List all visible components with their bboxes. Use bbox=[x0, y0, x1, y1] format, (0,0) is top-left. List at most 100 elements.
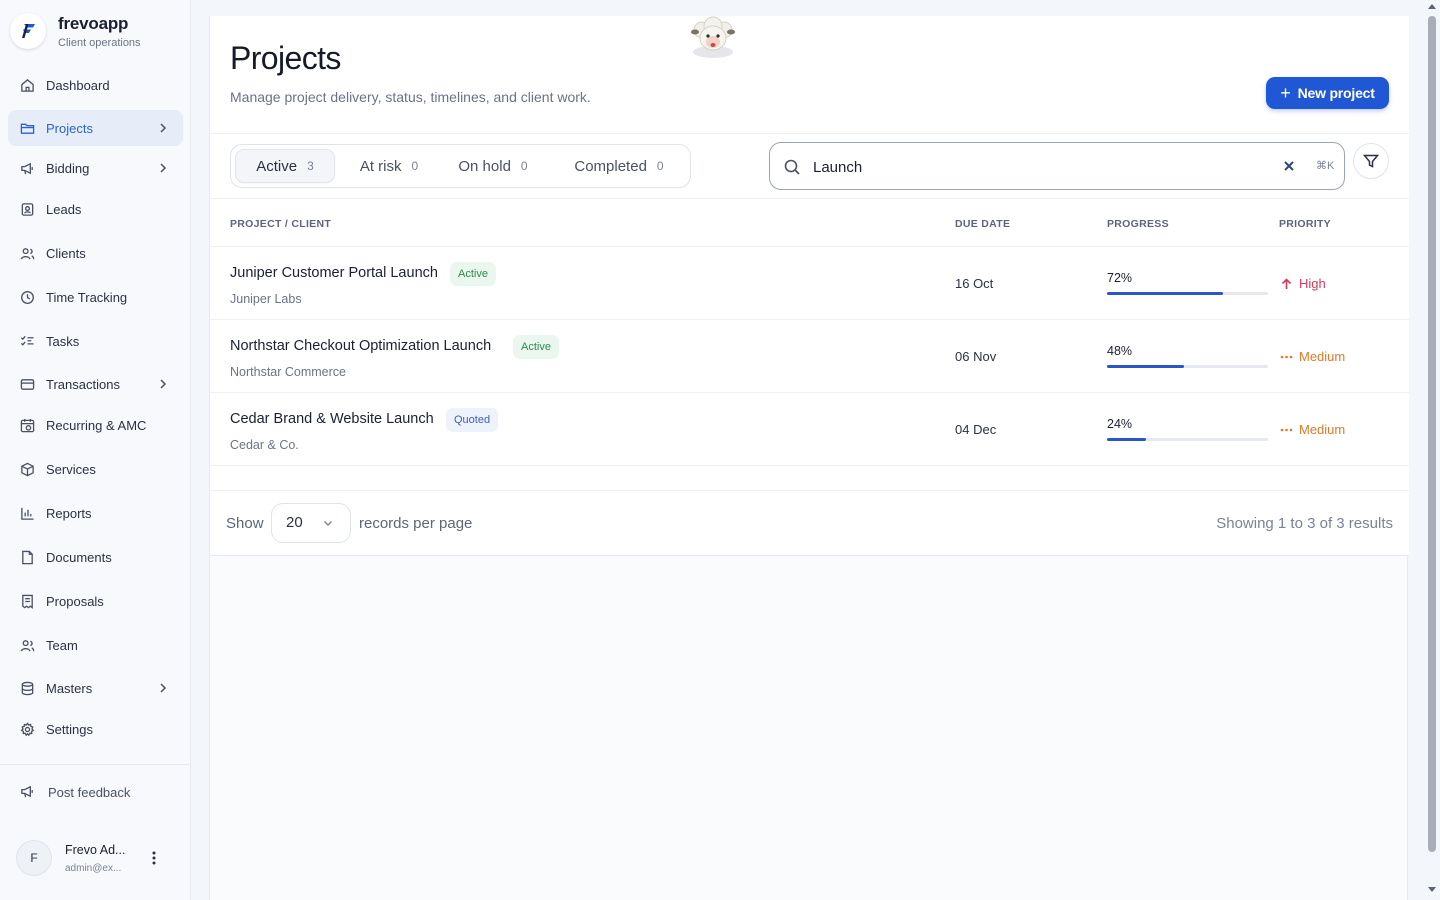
sidebar-item-projects[interactable]: Projects bbox=[8, 110, 183, 146]
tab-at-risk[interactable]: At risk 0 bbox=[339, 149, 439, 183]
scroll-down-arrow-icon[interactable] bbox=[1428, 887, 1436, 892]
sidebar-item-label: Transactions bbox=[46, 376, 120, 392]
progress-label: 24% bbox=[1107, 417, 1133, 431]
sidebar-item-clients[interactable]: Clients bbox=[8, 235, 183, 271]
priority-label: Medium bbox=[1299, 422, 1346, 437]
sidebar-item-team[interactable]: Team bbox=[8, 627, 183, 663]
sidebar-item-reports[interactable]: Reports bbox=[8, 495, 183, 531]
keyboard-shortcut: ⌘K bbox=[1316, 160, 1335, 172]
search-icon bbox=[784, 159, 800, 175]
show-label: Show bbox=[226, 515, 264, 532]
column-header-priority[interactable]: PRIORITY bbox=[1279, 218, 1331, 230]
user-profile[interactable]: F Frevo Ad... admin@ex... bbox=[16, 836, 176, 880]
sidebar-item-label: Team bbox=[46, 637, 78, 653]
page-scrollbar[interactable] bbox=[1424, 0, 1440, 900]
sidebar-item-settings[interactable]: Settings bbox=[8, 711, 183, 747]
tab-count: 3 bbox=[307, 159, 314, 173]
brand-logo-icon bbox=[10, 13, 46, 49]
page-header: Projects Manage project delivery, status… bbox=[210, 16, 1409, 134]
table-row[interactable]: Juniper Customer Portal Launch Active Ju… bbox=[210, 247, 1409, 320]
progress-fill bbox=[1107, 365, 1185, 368]
progress-fill bbox=[1107, 292, 1223, 295]
results-summary: Showing 1 to 3 of 3 results bbox=[1216, 515, 1393, 532]
progress-fill bbox=[1107, 438, 1146, 441]
document-icon bbox=[19, 549, 35, 565]
brand-subtitle: Client operations bbox=[58, 36, 141, 49]
user-name: Frevo Ad... bbox=[65, 842, 126, 857]
page-size-select[interactable]: 20 bbox=[271, 503, 351, 543]
main-panel: Projects Manage project delivery, status… bbox=[209, 16, 1409, 900]
tab-completed[interactable]: Completed 0 bbox=[551, 149, 687, 183]
calendar-repeat-icon bbox=[19, 417, 35, 433]
clock-icon bbox=[19, 289, 35, 305]
sidebar-item-label: Clients bbox=[46, 245, 86, 261]
priority-label: Medium bbox=[1299, 349, 1346, 364]
user-email: admin@ex... bbox=[65, 862, 122, 874]
project-name[interactable]: Northstar Checkout Optimization Launch bbox=[230, 338, 491, 354]
sidebar-item-leads[interactable]: Leads bbox=[8, 191, 183, 227]
filter-button[interactable] bbox=[1353, 143, 1389, 179]
sidebar-item-label: Proposals bbox=[46, 593, 104, 609]
brand[interactable]: frevoapp Client operations bbox=[10, 13, 141, 49]
contact-book-icon bbox=[19, 201, 35, 217]
client-name: Northstar Commerce bbox=[230, 365, 346, 379]
progress-bar bbox=[1107, 292, 1268, 295]
project-name[interactable]: Juniper Customer Portal Launch bbox=[230, 265, 438, 281]
tab-count: 0 bbox=[656, 159, 664, 173]
sidebar-item-label: Time Tracking bbox=[46, 289, 128, 305]
priority-indicator: Medium bbox=[1279, 422, 1345, 437]
new-project-button[interactable]: + New project bbox=[1266, 77, 1389, 109]
sidebar-item-label: Settings bbox=[46, 721, 93, 737]
sidebar-item-bidding[interactable]: Bidding bbox=[8, 150, 183, 186]
project-name[interactable]: Cedar Brand & Website Launch bbox=[230, 411, 434, 427]
priority-indicator: High bbox=[1279, 276, 1326, 291]
scroll-up-arrow-icon[interactable] bbox=[1428, 4, 1436, 9]
tab-count: 0 bbox=[520, 159, 528, 173]
close-icon[interactable] bbox=[1282, 159, 1296, 173]
megaphone-icon bbox=[20, 784, 36, 800]
scroll-thumb[interactable] bbox=[1428, 16, 1436, 852]
status-badge: Active bbox=[450, 262, 496, 286]
sidebar-item-documents[interactable]: Documents bbox=[8, 539, 183, 575]
home-icon bbox=[19, 77, 35, 93]
sidebar-item-time-tracking[interactable]: Time Tracking bbox=[8, 279, 183, 315]
sidebar-item-masters[interactable]: Masters bbox=[8, 670, 183, 706]
post-feedback-button[interactable]: Post feedback bbox=[20, 784, 130, 800]
sidebar-item-recurring-amc[interactable]: Recurring & AMC bbox=[8, 407, 183, 443]
ellipsis-icon bbox=[1279, 428, 1293, 432]
status-tabs: Active 3 At risk 0 On hold 0 Completed 0 bbox=[230, 144, 691, 188]
chevron-right-icon bbox=[160, 683, 167, 693]
checklist-icon bbox=[19, 333, 35, 349]
tab-on-hold[interactable]: On hold 0 bbox=[443, 149, 543, 183]
table-padding bbox=[210, 466, 1409, 490]
search-box: ⌘K bbox=[769, 142, 1345, 190]
search-input[interactable] bbox=[813, 156, 1253, 178]
tab-count: 0 bbox=[411, 159, 419, 173]
toolbar: Active 3 At risk 0 On hold 0 Completed 0… bbox=[210, 134, 1409, 199]
client-name: Juniper Labs bbox=[230, 292, 302, 306]
sidebar-item-tasks[interactable]: Tasks bbox=[8, 323, 183, 359]
sidebar-item-label: Projects bbox=[46, 120, 93, 136]
progress-bar bbox=[1107, 438, 1268, 441]
column-header-progress[interactable]: PROGRESS bbox=[1107, 218, 1169, 230]
sidebar-item-label: Documents bbox=[46, 549, 112, 565]
client-name: Cedar & Co. bbox=[230, 438, 299, 452]
table-row[interactable]: Northstar Checkout Optimization Launch A… bbox=[210, 320, 1409, 393]
sidebar-item-proposals[interactable]: Proposals bbox=[8, 583, 183, 619]
sidebar-divider bbox=[0, 764, 191, 765]
tab-active[interactable]: Active 3 bbox=[235, 149, 335, 183]
sidebar-item-dashboard[interactable]: Dashboard bbox=[8, 67, 183, 103]
sidebar-item-transactions[interactable]: Transactions bbox=[8, 366, 183, 402]
sidebar-item-label: Reports bbox=[46, 505, 92, 521]
chevron-right-icon bbox=[160, 163, 167, 173]
sidebar-item-label: Recurring & AMC bbox=[46, 417, 147, 433]
table-row[interactable]: Cedar Brand & Website Launch Quoted Ceda… bbox=[210, 393, 1409, 466]
column-header-due-date[interactable]: DUE DATE bbox=[955, 218, 1010, 230]
progress-label: 48% bbox=[1107, 344, 1133, 358]
sidebar-item-services[interactable]: Services bbox=[8, 451, 183, 487]
sidebar-item-label: Masters bbox=[46, 680, 93, 696]
more-vertical-icon[interactable] bbox=[146, 850, 162, 866]
database-icon bbox=[19, 680, 35, 696]
brand-name: frevoapp bbox=[58, 13, 129, 33]
column-header-project[interactable]: PROJECT / CLIENT bbox=[230, 218, 331, 230]
